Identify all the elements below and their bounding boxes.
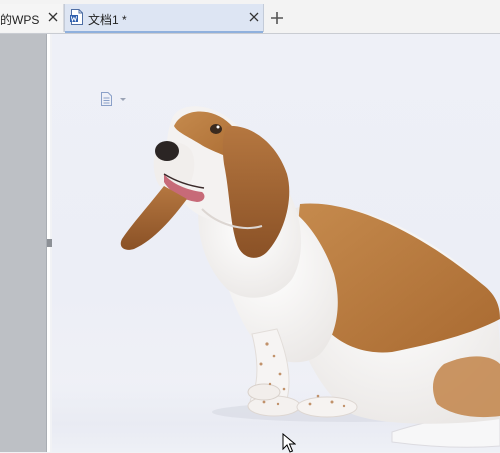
tab-label: 的WPS xyxy=(0,13,40,27)
basset-hound-photo xyxy=(120,106,500,448)
mouse-pointer-icon xyxy=(282,433,296,453)
tab-bar: 的WPS 文档1 * xyxy=(0,0,500,34)
left-gutter xyxy=(0,34,46,452)
tab-wps-home[interactable]: 的WPS xyxy=(0,4,64,32)
tab-label: 文档1 * xyxy=(88,13,127,27)
new-tab-plus-icon[interactable] xyxy=(270,11,284,25)
document-icon xyxy=(70,9,83,25)
tab-document-1[interactable]: 文档1 * xyxy=(64,4,264,33)
close-icon[interactable] xyxy=(249,12,259,22)
close-icon[interactable] xyxy=(48,12,58,22)
document-page[interactable] xyxy=(52,34,500,452)
